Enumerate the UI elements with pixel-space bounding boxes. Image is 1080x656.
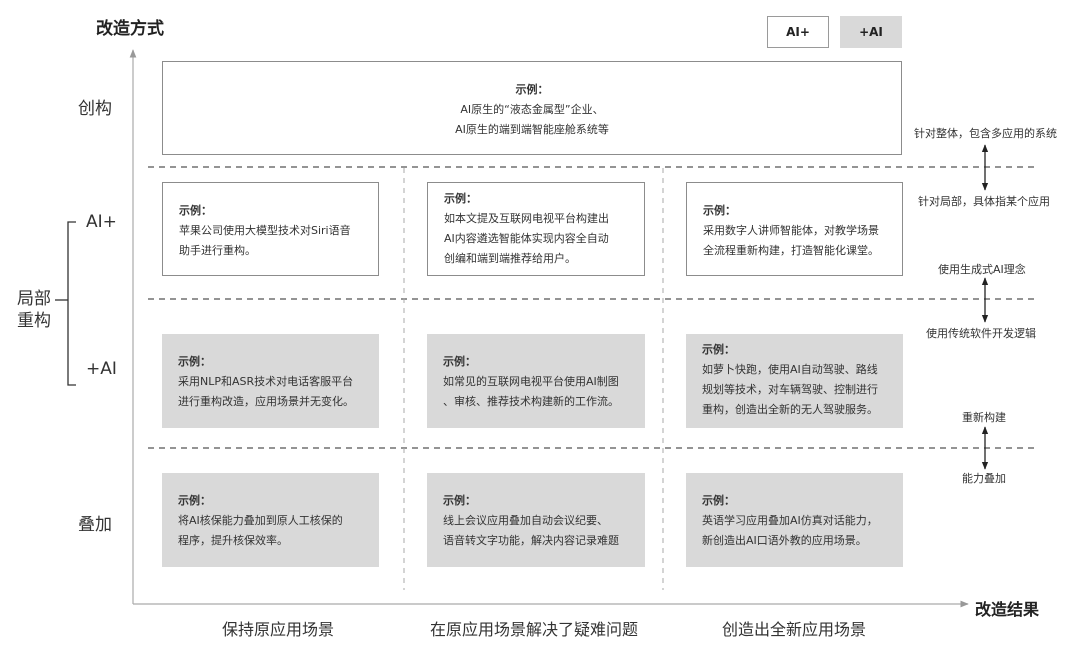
right-label-gen-ai: 使用生成式AI理念 [938,263,1026,276]
row-label-create: 创构 [78,99,112,119]
example-line: 苹果公司使用大模型技术对Siri语音 [179,224,351,237]
example-line: AI原生的“液态金属型”企业、 [460,103,604,116]
legend-plus-ai: +AI [840,16,902,48]
example-line: 采用NLP和ASR技术对电话客服平台 [178,375,354,388]
right-label-whole: 针对整体，包含多应用的系统 [914,127,1057,140]
local-bracket [67,221,76,386]
example-line: 重构，创造出全新的无人驾驶服务。 [702,403,878,416]
legend-ai-plus: AI+ [767,16,829,48]
example-line: AI原生的端到端智能座舱系统等 [455,123,609,136]
example-title: 示例： [702,343,735,356]
example-line: 新创造出AI口语外教的应用场景。 [702,534,867,547]
example-box-overlay-1: 示例： 将AI核保能力叠加到原人工核保的 程序，提升核保效率。 [162,473,379,567]
column-label-3: 创造出全新应用场景 [721,620,866,639]
example-box-overlay-2: 示例： 线上会议应用叠加自动会议纪要、 语音转文字功能，解决内容记录难题 [427,473,645,567]
example-title: 示例： [703,204,736,217]
example-line: 如常见的互联网电视平台使用AI制图 [443,375,619,388]
example-box-ai-plus-3: 示例： 采用数字人讲师智能体，对教学场景 全流程重新构建，打造智能化课堂。 [686,182,903,276]
example-line: 线上会议应用叠加自动会议纪要、 [443,514,608,527]
example-line: 英语学习应用叠加AI仿真对话能力， [702,514,878,527]
example-box-plus-ai-2: 示例： 如常见的互联网电视平台使用AI制图 、审核、推荐技术构建新的工作流。 [427,334,645,428]
right-label-overlay: 能力叠加 [962,472,1006,485]
example-box-plus-ai-3: 示例： 如萝卜快跑，使用AI自动驾驶、路线 规划等技术，对车辆驾驶、控制进行 重… [686,334,903,428]
example-line: 如本文提及互联网电视平台构建出 [444,212,609,225]
column-label-2: 在原应用场景解决了疑难问题 [429,620,638,639]
example-title: 示例： [444,192,477,205]
row-label-local-line2: 重构 [17,311,51,331]
example-line: 、审核、推荐技术构建新的工作流。 [443,395,619,408]
row-label-ai-plus: AI+ [86,212,117,232]
example-title: 示例： [515,83,549,96]
example-title: 示例： [443,355,476,368]
x-axis-title: 改造结果 [975,600,1040,619]
example-line: 程序，提升核保效率。 [178,534,288,547]
y-axis-title: 改造方式 [96,19,164,39]
right-label-local: 针对局部，具体指某个应用 [918,195,1050,208]
right-label-rebuild: 重新构建 [962,411,1006,424]
example-title: 示例： [179,204,212,217]
row-label-local-line1: 局部 [17,289,51,309]
column-label-1: 保持原应用场景 [221,620,334,639]
example-box-create: 示例： AI原生的“液态金属型”企业、 AI原生的端到端智能座舱系统等 [162,61,902,155]
example-line: 创编和端到端推荐给用户。 [444,252,576,265]
example-line: 规划等技术，对车辆驾驶、控制进行 [702,383,878,396]
row-label-plus-ai: +AI [86,359,117,379]
row-label-local-rebuild: 局部 重构 [17,288,51,332]
example-line: 助手进行重构。 [179,244,256,257]
example-line: 全流程重新构建，打造智能化课堂。 [703,244,879,257]
example-line: 将AI核保能力叠加到原人工核保的 [178,514,343,527]
example-line: 采用数字人讲师智能体，对教学场景 [703,224,879,237]
example-title: 示例： [178,494,211,507]
right-label-traditional: 使用传统软件开发逻辑 [926,327,1036,340]
example-title: 示例： [178,355,211,368]
example-title: 示例： [702,494,735,507]
example-title: 示例： [443,494,476,507]
example-box-ai-plus-2: 示例： 如本文提及互联网电视平台构建出 AI内容遴选智能体实现内容全自动 创编和… [427,182,645,276]
example-line: 如萝卜快跑，使用AI自动驾驶、路线 [702,363,878,376]
row-label-overlay: 叠加 [78,515,112,535]
example-line: 进行重构改造，应用场景并无变化。 [178,395,354,408]
example-box-plus-ai-1: 示例： 采用NLP和ASR技术对电话客服平台 进行重构改造，应用场景并无变化。 [162,334,379,428]
example-box-overlay-3: 示例： 英语学习应用叠加AI仿真对话能力， 新创造出AI口语外教的应用场景。 [686,473,903,567]
example-box-ai-plus-1: 示例： 苹果公司使用大模型技术对Siri语音 助手进行重构。 [162,182,379,276]
example-line: 语音转文字功能，解决内容记录难题 [443,534,619,547]
example-line: AI内容遴选智能体实现内容全自动 [444,232,609,245]
